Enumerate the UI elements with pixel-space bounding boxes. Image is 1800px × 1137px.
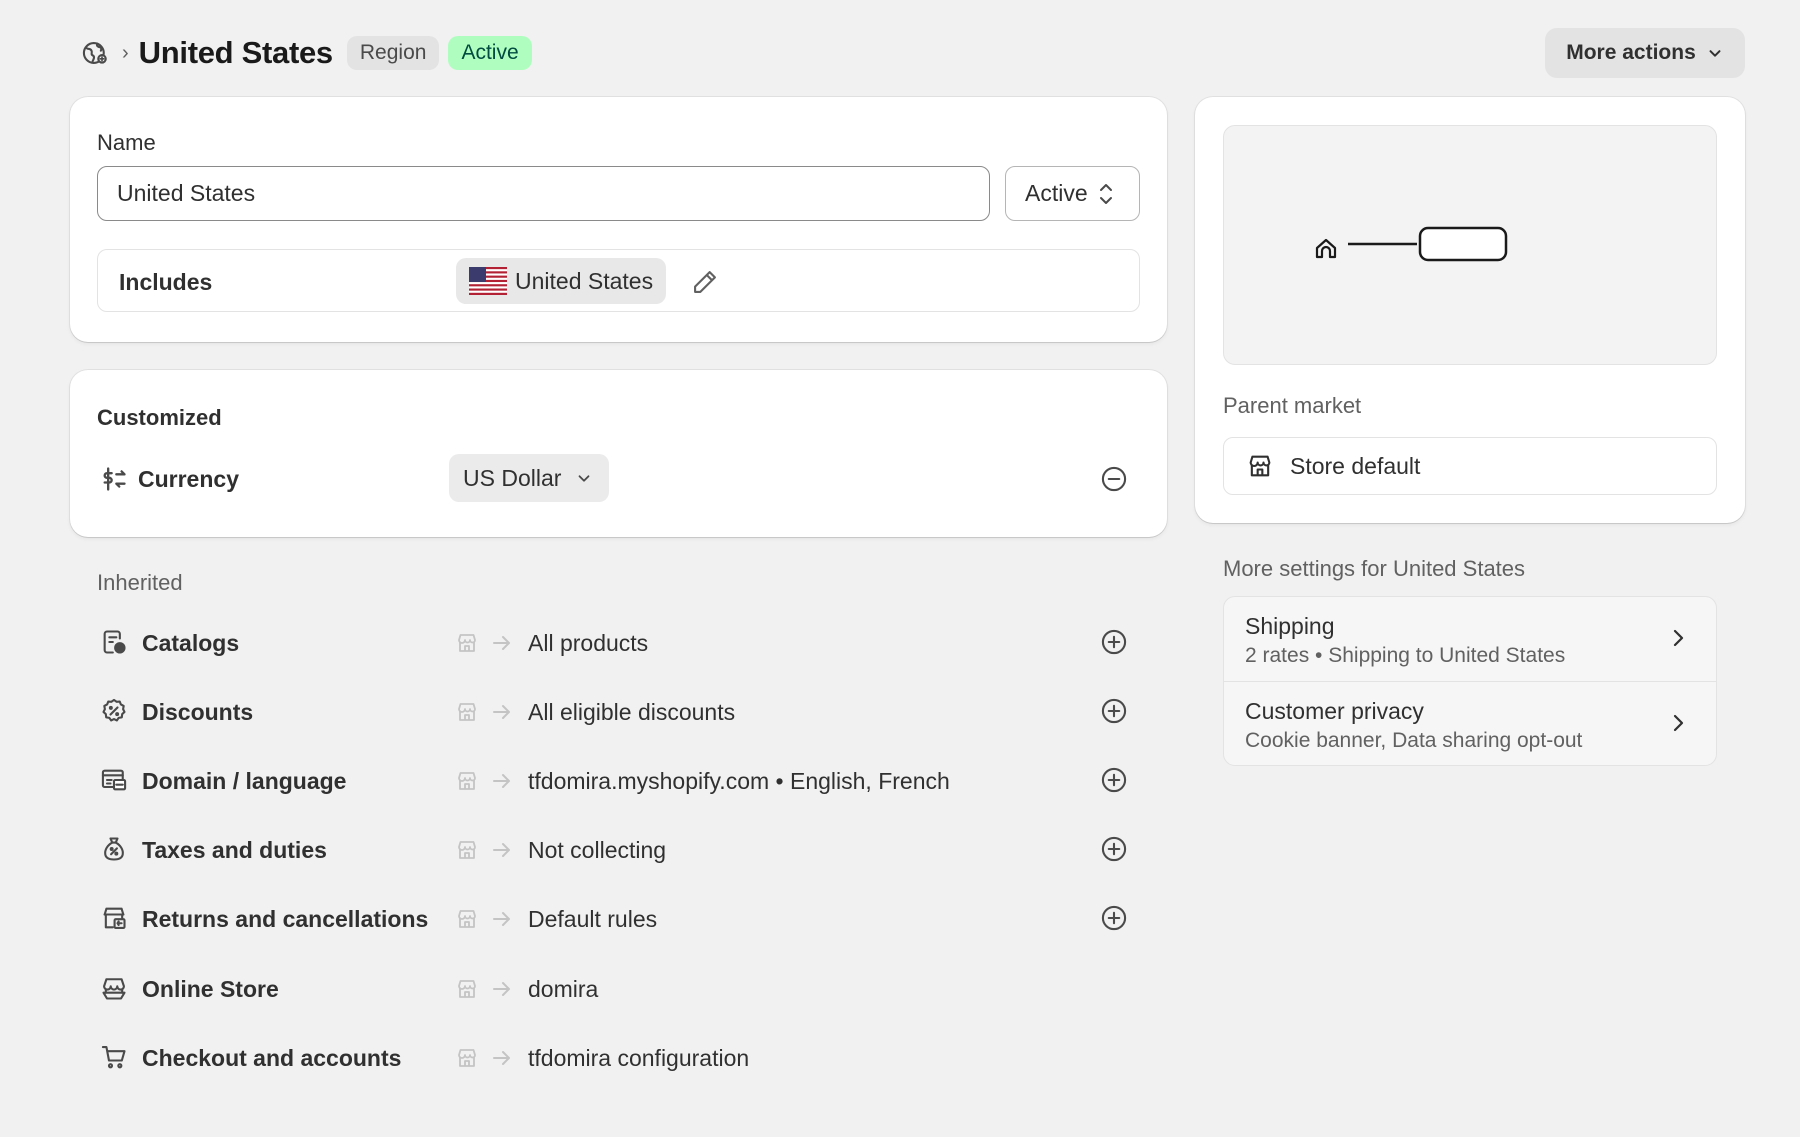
store-icon xyxy=(458,703,476,721)
inherited-row-label: Catalogs xyxy=(142,630,240,656)
currency-select[interactable]: US Dollar xyxy=(449,454,609,502)
inherited-row-value: Default rules xyxy=(528,906,658,932)
add-circle-icon[interactable] xyxy=(1100,628,1128,656)
inherited-row-discounts[interactable]: Discounts All eligible discounts xyxy=(97,691,1157,731)
region-badge: Region xyxy=(346,36,440,70)
name-card: Name Active Includes United S xyxy=(70,97,1167,342)
add-circle-icon[interactable] xyxy=(1100,766,1128,794)
inherited-row-label: Taxes and duties xyxy=(142,837,327,863)
inherited-row-value: domira xyxy=(528,976,599,1002)
discount-icon xyxy=(102,698,126,722)
cart-icon xyxy=(101,1046,126,1069)
parent-market-card: Parent market Store default xyxy=(1195,97,1745,523)
arrow-right-icon xyxy=(493,1051,510,1065)
status-select-value: Active xyxy=(1025,180,1088,206)
add-circle-icon[interactable] xyxy=(1100,904,1128,932)
store-icon xyxy=(458,634,476,652)
online-store-icon xyxy=(102,978,126,1000)
more-actions-label: More actions xyxy=(1566,41,1696,64)
setting-subtitle: 2 rates • Shipping to United States xyxy=(1245,644,1566,667)
catalog-icon xyxy=(103,630,126,654)
inherited-row-taxes-duties[interactable]: Taxes and duties Not collecting xyxy=(97,829,1157,869)
more-settings-title: More settings for United States xyxy=(1223,556,1526,581)
parent-market-select[interactable]: Store default xyxy=(1223,437,1717,495)
inherited-row-domain-language[interactable]: Domain / language tfdomira.myshopify.com… xyxy=(97,760,1157,800)
more-actions-button[interactable]: More actions xyxy=(1545,28,1745,78)
status-select[interactable]: Active xyxy=(1005,166,1140,221)
currency-exchange-icon xyxy=(103,467,126,491)
customized-title: Customized xyxy=(97,405,222,430)
page-header: › United States Region Active More actio… xyxy=(80,28,1745,78)
tax-icon xyxy=(104,837,124,861)
hierarchy-illustration xyxy=(1315,226,1508,262)
inherited-row-online-store[interactable]: Online Store domira xyxy=(97,968,1157,1008)
arrow-right-icon xyxy=(493,912,510,926)
store-icon xyxy=(1249,455,1271,477)
breadcrumb-chevron-icon: › xyxy=(122,41,129,64)
name-input[interactable] xyxy=(97,166,990,221)
inherited-row-value: tfdomira configuration xyxy=(528,1045,750,1071)
market-page: › United States Region Active More actio… xyxy=(0,0,1800,1137)
inherited-row-label: Checkout and accounts xyxy=(142,1045,402,1071)
page-title: United States xyxy=(138,35,334,70)
remove-circle-icon[interactable] xyxy=(1100,465,1128,493)
inherited-row-label: Online Store xyxy=(142,976,279,1002)
inherited-title: Inherited xyxy=(97,570,183,595)
arrow-right-icon xyxy=(493,705,510,719)
arrow-right-icon xyxy=(493,843,510,857)
inherited-row-value: tfdomira.myshopify.com • English, French xyxy=(528,768,950,794)
setting-title: Customer privacy xyxy=(1245,698,1424,724)
includes-label: Includes xyxy=(119,269,213,295)
more-settings-list: Shipping 2 rates • Shipping to United St… xyxy=(1223,596,1717,766)
select-arrows-icon xyxy=(1099,183,1112,204)
inherited-row-label: Domain / language xyxy=(142,768,347,794)
us-flag-icon xyxy=(469,267,507,295)
chevron-down-icon xyxy=(579,475,590,482)
market-node xyxy=(1418,226,1508,262)
parent-market-label: Parent market xyxy=(1223,393,1362,418)
store-icon xyxy=(458,910,476,928)
inherited-row-returns[interactable]: Returns and cancellations Default rules xyxy=(97,898,1157,938)
setting-title: Shipping xyxy=(1245,613,1335,639)
currency-label: Currency xyxy=(138,466,239,492)
store-icon xyxy=(458,772,476,790)
inherited-row-value: Not collecting xyxy=(528,837,667,863)
customized-card: Customized Currency US Dollar xyxy=(70,370,1167,537)
edit-pencil-icon[interactable] xyxy=(691,268,719,296)
inherited-row-checkout[interactable]: Checkout and accounts tfdomira configura… xyxy=(97,1037,1157,1077)
inherited-row-label: Discounts xyxy=(142,699,254,725)
parent-market-value: Store default xyxy=(1290,452,1421,479)
store-icon xyxy=(458,841,476,859)
markets-globe-icon[interactable] xyxy=(80,38,110,68)
includes-row: Includes United States xyxy=(97,249,1140,312)
currency-select-value: US Dollar xyxy=(463,464,562,491)
arrow-right-icon xyxy=(493,636,510,650)
add-circle-icon[interactable] xyxy=(1100,835,1128,863)
name-label: Name xyxy=(97,130,156,155)
setting-subtitle: Cookie banner, Data sharing opt-out xyxy=(1245,729,1583,752)
chevron-right-icon xyxy=(1673,629,1684,647)
inherited-row-value: All products xyxy=(528,630,649,656)
store-icon xyxy=(458,980,476,998)
inherited-row-label: Returns and cancellations xyxy=(142,906,429,932)
add-circle-icon[interactable] xyxy=(1100,697,1128,725)
arrow-right-icon xyxy=(493,774,510,788)
chevron-down-icon xyxy=(1709,50,1721,57)
chevron-right-icon xyxy=(1673,714,1684,732)
inherited-row-value: All eligible discounts xyxy=(528,699,736,725)
setting-item-customer-privacy[interactable]: Customer privacy Cookie banner, Data sha… xyxy=(1224,681,1716,765)
market-hierarchy-diagram xyxy=(1223,125,1717,365)
status-badge: Active xyxy=(448,36,532,70)
country-tag[interactable]: United States xyxy=(456,258,667,304)
domain-icon xyxy=(101,769,127,791)
arrow-right-icon xyxy=(493,982,510,996)
store-icon xyxy=(458,1049,476,1067)
home-icon xyxy=(1315,238,1337,259)
setting-item-shipping[interactable]: Shipping 2 rates • Shipping to United St… xyxy=(1224,597,1716,681)
returns-icon xyxy=(103,907,126,929)
inherited-row-catalogs[interactable]: Catalogs All products xyxy=(97,622,1157,662)
country-tag-label: United States xyxy=(515,267,654,294)
